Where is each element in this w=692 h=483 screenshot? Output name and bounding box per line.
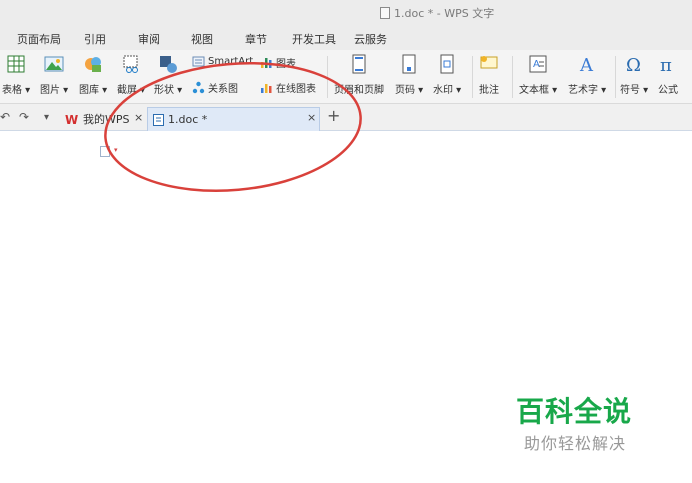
wps-logo-icon: W: [65, 113, 78, 125]
document-icon: [153, 113, 164, 126]
formula-button[interactable]: π 公式: [658, 50, 678, 96]
gallery-icon: [85, 57, 102, 72]
svg-text:π: π: [660, 55, 672, 74]
watermark-icon: [440, 54, 454, 74]
document-tab-bar: ↶ ↷ ▾ W 我的WPS × 1.doc * ×: [0, 104, 692, 131]
watermark-title: 百科全说: [516, 395, 633, 428]
table-label: 表格 ▾: [2, 85, 31, 96]
wordart-icon: A: [579, 55, 594, 74]
watermark-subtitle: 助你轻松解决: [524, 434, 627, 453]
chart-icon: [261, 58, 272, 68]
window-title: 1.doc * - WPS 文字: [394, 7, 495, 20]
menu-review[interactable]: 审阅: [138, 31, 160, 47]
formula-label: 公式: [658, 85, 678, 96]
relation-label: 关系图: [208, 84, 238, 95]
tab-document[interactable]: 1.doc *: [147, 107, 320, 131]
textbox-label: 文本框 ▾: [519, 85, 558, 96]
quick-access-dropdown-icon[interactable]: ▾: [44, 112, 49, 123]
online-chart-icon: [261, 84, 272, 93]
ribbon-separator: [512, 56, 513, 98]
symbol-label: 符号 ▾: [620, 85, 649, 96]
menu-page-layout[interactable]: 页面布局: [17, 31, 61, 47]
redo-icon[interactable]: ↷: [19, 110, 29, 124]
symbol-button[interactable]: Ω 符号 ▾: [620, 50, 648, 96]
gallery-button[interactable]: 图库 ▾: [79, 50, 107, 96]
svg-text:Ω: Ω: [626, 55, 641, 74]
gallery-label: 图库 ▾: [79, 85, 108, 96]
comment-button[interactable]: 批注: [479, 50, 499, 96]
page-number-icon: [402, 54, 416, 74]
svg-text:A: A: [533, 59, 540, 70]
watermark-label: 水印 ▾: [433, 85, 462, 96]
pi-icon: π: [660, 55, 672, 74]
picture-label: 图片 ▾: [40, 85, 69, 96]
menu-bar: 页面布局 引用 审阅 视图 章节 开发工具 云服务: [0, 26, 692, 50]
wordart-label: 艺术字 ▾: [568, 85, 607, 96]
menu-view[interactable]: 视图: [191, 31, 213, 47]
ribbon-separator: [327, 56, 328, 98]
page-number-button[interactable]: 页码 ▾: [395, 50, 423, 96]
chart-button[interactable]: 图表: [260, 55, 296, 70]
shape-button[interactable]: 形状 ▾: [154, 50, 182, 96]
comment-icon: [480, 56, 498, 69]
shape-icon: [160, 56, 178, 73]
textbox-icon: A: [529, 55, 547, 73]
comment-label: 批注: [479, 85, 499, 96]
relation-icon: [192, 81, 205, 94]
paste-options-icon[interactable]: [100, 146, 110, 157]
window-title-area: 1.doc * - WPS 文字: [380, 5, 494, 21]
menu-developer[interactable]: 开发工具: [292, 31, 336, 47]
tab-document-label: 1.doc *: [168, 113, 208, 126]
chevron-down-icon[interactable]: ▾: [114, 146, 118, 154]
omega-icon: Ω: [626, 55, 641, 74]
menu-references[interactable]: 引用: [84, 31, 106, 47]
ribbon-separator: [615, 56, 616, 98]
shape-label: 形状 ▾: [154, 85, 183, 96]
relation-button[interactable]: 关系图: [192, 80, 238, 95]
picture-button[interactable]: 图片 ▾: [40, 50, 68, 96]
new-tab-button[interactable]: +: [327, 106, 340, 125]
tab-my-wps-label: 我的WPS: [83, 113, 130, 126]
title-bar: 1.doc * - WPS 文字: [0, 0, 692, 26]
smartart-icon: [192, 56, 205, 67]
chart-label: 图表: [276, 59, 296, 70]
screenshot-button[interactable]: 截屏 ▾: [117, 50, 145, 96]
svg-text:A: A: [579, 55, 594, 74]
ribbon-separator: [472, 56, 473, 98]
smartart-button[interactable]: SmartArt: [192, 55, 253, 68]
online-chart-label: 在线图表: [276, 84, 316, 95]
page-number-label: 页码 ▾: [395, 85, 424, 96]
header-footer-icon: [352, 54, 366, 74]
table-button[interactable]: 表格 ▾: [2, 50, 30, 96]
table-icon: [7, 55, 25, 73]
watermark-button[interactable]: 水印 ▾: [433, 50, 461, 96]
svg-text:W: W: [65, 113, 78, 125]
header-footer-button[interactable]: 页眉和页脚: [334, 50, 384, 96]
ribbon-toolbar: 表格 ▾ 图片 ▾ 图库 ▾ 截屏 ▾ 形状 ▾ SmartArt 图表 关系图…: [0, 50, 692, 104]
menu-chapter[interactable]: 章节: [245, 31, 267, 47]
online-chart-button[interactable]: 在线图表: [260, 80, 316, 95]
wordart-button[interactable]: A 艺术字 ▾: [568, 50, 606, 96]
tab-document-close-icon[interactable]: ×: [307, 111, 316, 124]
header-footer-label: 页眉和页脚: [334, 85, 384, 96]
undo-icon[interactable]: ↶: [0, 110, 10, 124]
document-icon: [380, 7, 390, 19]
tab-my-wps-close-icon[interactable]: ×: [134, 111, 143, 124]
screenshot-icon: [123, 55, 139, 73]
smartart-label: SmartArt: [208, 56, 254, 67]
textbox-button[interactable]: A 文本框 ▾: [519, 50, 557, 96]
menu-cloud[interactable]: 云服务: [354, 31, 387, 47]
picture-icon: [44, 56, 64, 72]
screenshot-label: 截屏 ▾: [117, 85, 146, 96]
